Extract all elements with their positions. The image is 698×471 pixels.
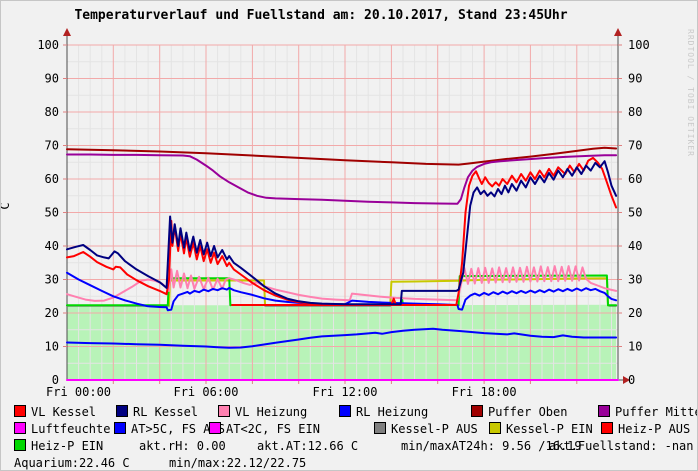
series-aquarium-area: [67, 305, 616, 380]
series-vl-kessel: [67, 158, 616, 305]
legend-label-kessel-p-aus: Kessel-P AUS: [391, 422, 478, 436]
x-tick-label: Fri 12:00: [312, 385, 377, 399]
series-rl-kessel: [67, 161, 616, 304]
y-tick-label-right: 50: [628, 206, 642, 220]
stat-akt-at: akt.AT:12.66 C: [257, 439, 358, 453]
rrdtool-watermark: RRDTOOL / TOBI OETIKER: [686, 29, 695, 157]
puffer-mitte-swatch: [598, 405, 610, 417]
y-tick-label-left: 40: [45, 239, 59, 253]
vl-heizung-swatch: [218, 405, 230, 417]
rl-heizung-swatch: [339, 405, 351, 417]
legend-row-2: Luftfeuchte AT>5C, FS AUS AT<2C, FS EIN …: [1, 422, 698, 439]
legend-label-rl-heizung: RL Heizung: [356, 405, 428, 419]
rrdtool-graph: Temperaturverlauf und Fuellstand am: 20.…: [0, 0, 698, 471]
puffer-oben-swatch: [471, 405, 483, 417]
y-tick-label-right: 40: [628, 239, 642, 253]
legend-item-puffer-mitte: Puffer Mitte: [598, 405, 698, 419]
legend-item-rl-kessel: RL Kessel: [116, 405, 198, 419]
kessel-p-ein-swatch: [489, 422, 501, 434]
kessel-p-aus-swatch: [374, 422, 386, 434]
x-tick-label: Fri 00:00: [46, 385, 111, 399]
legend-item-vl-heizung: VL Heizung: [218, 405, 307, 419]
y-tick-label-left: 50: [45, 206, 59, 220]
legend-label-at-lt2: AT<2C, FS EIN: [226, 422, 320, 436]
luftfeuchte-swatch: [14, 422, 26, 434]
legend-label-vl-heizung: VL Heizung: [235, 405, 307, 419]
at-gt5-swatch: [114, 422, 126, 434]
y-tick-label-left: 10: [45, 340, 59, 354]
y-tick-label-right: 20: [628, 306, 642, 320]
y-tick-label-left: 70: [45, 139, 59, 153]
vl-kessel-swatch: [14, 405, 26, 417]
y-tick-label-left: 30: [45, 273, 59, 287]
stat-aquarium: Aquarium:22.46 C: [14, 456, 130, 470]
at-lt2-swatch: [209, 422, 221, 434]
legend-label-vl-kessel: VL Kessel: [31, 405, 96, 419]
legend-item-puffer-oben: Puffer Oben: [471, 405, 567, 419]
legend-label-puffer-oben: Puffer Oben: [488, 405, 567, 419]
x-tick-label: Fri 18:00: [452, 385, 517, 399]
legend-row-1: VL Kessel RL Kessel VL Heizung RL Heizun…: [1, 405, 698, 422]
legend-label-kessel-p-ein: Kessel-P EIN: [506, 422, 593, 436]
stat-aquarium-minmax: min/max:22.12/22.75: [169, 456, 306, 470]
legend-item-at-lt2: AT<2C, FS EIN: [209, 422, 320, 436]
series-vl-heizung: [67, 266, 616, 301]
arrow-up-left: [63, 28, 71, 36]
legend-item-vl-kessel: VL Kessel: [14, 405, 96, 419]
legend-item-kessel-p-aus: Kessel-P AUS: [374, 422, 478, 436]
y-tick-label-right: 80: [628, 105, 642, 119]
legend-label-heiz-p-aus: Heiz-P AUS: [618, 422, 690, 436]
y-tick-label-right: 10: [628, 340, 642, 354]
y-tick-label-right: 90: [628, 72, 642, 86]
heiz-p-aus-swatch: [601, 422, 613, 434]
legend-label-heiz-p-ein: Heiz-P EIN: [31, 439, 103, 453]
chart-plot: 0010102020303040405050606070708080909010…: [1, 1, 698, 471]
y-tick-label-left: 100: [37, 38, 59, 52]
legend-item-heiz-p-ein: Heiz-P EIN: [14, 439, 103, 453]
x-tick-label: Fri 06:00: [173, 385, 238, 399]
rl-kessel-swatch: [116, 405, 128, 417]
stat-fuellstand: akt.Fuellstand: -nan: [549, 439, 694, 453]
legend-row-4: Aquarium:22.46 C min/max:22.12/22.75: [1, 456, 698, 471]
legend-item-luftfeuchte: Luftfeuchte: [14, 422, 110, 436]
heiz-p-ein-swatch: [14, 439, 26, 451]
legend-label-luftfeuchte: Luftfeuchte: [31, 422, 110, 436]
legend-row-3: Heiz-P EIN akt.rH: 0.00 akt.AT:12.66 C m…: [1, 439, 698, 456]
y-tick-label-left: 90: [45, 72, 59, 86]
stat-akt-rh: akt.rH: 0.00: [139, 439, 226, 453]
y-tick-label-left: 60: [45, 172, 59, 186]
legend-item-kessel-p-ein: Kessel-P EIN: [489, 422, 593, 436]
legend-item-heiz-p-aus: Heiz-P AUS: [601, 422, 690, 436]
y-tick-label-right: 70: [628, 139, 642, 153]
arrow-up-right: [614, 28, 622, 36]
legend-label-rl-kessel: RL Kessel: [133, 405, 198, 419]
legend-label-puffer-mitte: Puffer Mitte: [615, 405, 698, 419]
y-tick-label-right: 0: [628, 373, 635, 387]
y-tick-label-right: 60: [628, 172, 642, 186]
y-tick-label-right: 30: [628, 273, 642, 287]
y-tick-label-left: 80: [45, 105, 59, 119]
legend-item-rl-heizung: RL Heizung: [339, 405, 428, 419]
y-tick-label-right: 100: [628, 38, 650, 52]
y-tick-label-left: 20: [45, 306, 59, 320]
